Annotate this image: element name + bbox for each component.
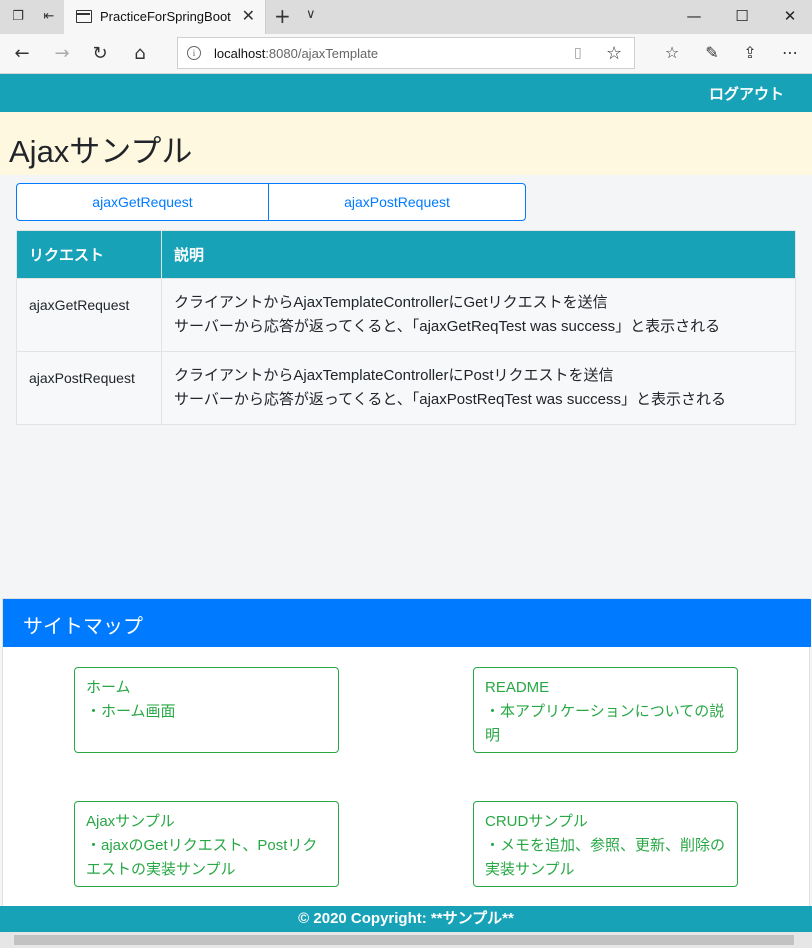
request-name-cell: ajaxPostRequest: [16, 351, 162, 425]
title-band: Ajaxサンプル: [0, 112, 812, 175]
column-header-description: 説明: [161, 230, 796, 279]
table-row: ajaxGetRequest クライアントからAjaxTemplateContr…: [16, 278, 796, 352]
pen-notes-icon[interactable]: ✎: [700, 43, 724, 62]
page-title: Ajaxサンプル: [9, 134, 193, 169]
sitemap-card-crud[interactable]: CRUDサンプル ・メモを追加、参照、更新、削除の実装サンプル: [473, 801, 738, 887]
page-favicon-icon: [76, 10, 92, 23]
home-icon[interactable]: ⌂: [128, 42, 152, 66]
back-arrow-icon[interactable]: ←: [10, 42, 34, 66]
description-cell: クライアントからAjaxTemplateControllerにPostリクエスト…: [161, 351, 796, 425]
sitemap-card-readme[interactable]: README ・本アプリケーションについての説明: [473, 667, 738, 753]
request-button-group: ajaxGetRequest ajaxPostRequest: [16, 183, 526, 221]
footer-copyright: © 2020 Copyright: **サンプル**: [0, 906, 812, 932]
close-tab-icon[interactable]: ✕: [242, 8, 255, 24]
sitemap-card-home[interactable]: ホーム ・ホーム画面: [74, 667, 339, 753]
column-header-request: リクエスト: [16, 230, 162, 279]
table-header-row: リクエスト 説明: [16, 230, 796, 279]
sitemap-card-ajax[interactable]: Ajaxサンプル ・ajaxのGetリクエスト、Postリクエストの実装サンプル: [74, 801, 339, 887]
card-description: ・ajaxのGetリクエスト、Postリクエストの実装サンプル: [86, 837, 318, 878]
browser-nav-bar: ← → ↻ ⌂ i localhost:8080/ajaxTemplate ▯ …: [0, 34, 812, 74]
card-description: ・ホーム画面: [86, 703, 176, 720]
more-menu-icon[interactable]: ⋯: [778, 43, 802, 62]
favorite-star-icon[interactable]: ☆: [606, 43, 622, 64]
logout-link[interactable]: ログアウト: [709, 83, 784, 104]
tab-title: PracticeForSpringBoot: [100, 9, 231, 24]
scrollbar-thumb[interactable]: [14, 935, 794, 945]
sitemap-header: サイトマップ: [3, 599, 811, 647]
share-icon[interactable]: ⇪: [738, 43, 762, 62]
url-text[interactable]: localhost:8080/ajaxTemplate: [214, 46, 378, 61]
card-title: ホーム: [86, 679, 131, 696]
browser-tab-bar: ❐ ⇤ PracticeForSpringBoot ✕ + ∨ — ☐ ✕: [0, 0, 812, 34]
table-row: ajaxPostRequest クライアントからAjaxTemplateCont…: [16, 351, 796, 425]
tab-actions-icon[interactable]: ❐: [9, 8, 27, 26]
site-info-icon[interactable]: i: [187, 46, 201, 60]
description-line: クライアントからAjaxTemplateControllerにGetリクエストを…: [174, 294, 608, 311]
favorites-list-icon[interactable]: ☆: [660, 43, 684, 62]
window-close-icon[interactable]: ✕: [770, 6, 810, 26]
browser-tab-active[interactable]: PracticeForSpringBoot ✕: [64, 0, 266, 34]
ajax-post-request-button[interactable]: ajaxPostRequest: [269, 184, 525, 220]
request-name-cell: ajaxGetRequest: [16, 278, 162, 352]
description-line: サーバーから応答が返ってくると、「ajaxGetReqTest was succ…: [174, 318, 721, 335]
sitemap-title: サイトマップ: [23, 616, 143, 638]
forward-arrow-icon[interactable]: →: [50, 42, 74, 66]
ajax-get-request-button[interactable]: ajaxGetRequest: [17, 184, 269, 220]
set-aside-tabs-icon[interactable]: ⇤: [40, 8, 58, 26]
card-title: README: [485, 679, 550, 696]
request-table: リクエスト 説明 ajaxGetRequest クライアントからAjaxTemp…: [16, 230, 796, 425]
card-title: CRUDサンプル: [485, 813, 588, 830]
description-cell: クライアントからAjaxTemplateControllerにGetリクエストを…: [161, 278, 796, 352]
address-bar[interactable]: i localhost:8080/ajaxTemplate ▯ ☆: [177, 37, 635, 69]
card-title: Ajaxサンプル: [86, 813, 175, 830]
reading-view-icon[interactable]: ▯: [574, 45, 582, 61]
new-tab-icon[interactable]: +: [274, 5, 291, 27]
horizontal-scrollbar[interactable]: [0, 932, 812, 948]
minimize-icon[interactable]: —: [674, 6, 714, 26]
card-description: ・メモを追加、参照、更新、削除の実装サンプル: [485, 837, 726, 878]
sitemap-panel: サイトマップ ホーム ・ホーム画面 README ・本アプリケーションについての…: [2, 598, 811, 908]
description-line: サーバーから応答が返ってくると、「ajaxPostReqTest was suc…: [174, 391, 727, 408]
maximize-icon[interactable]: ☐: [722, 6, 762, 26]
card-description: ・本アプリケーションについての説明: [485, 703, 725, 744]
description-line: クライアントからAjaxTemplateControllerにPostリクエスト…: [174, 367, 614, 384]
refresh-icon[interactable]: ↻: [88, 42, 112, 66]
page-viewport: ログアウト Ajaxサンプル ajaxGetRequest ajaxPostRe…: [0, 74, 812, 948]
top-header-bar: ログアウト: [0, 74, 812, 112]
tab-list-chevron-icon[interactable]: ∨: [306, 7, 316, 22]
